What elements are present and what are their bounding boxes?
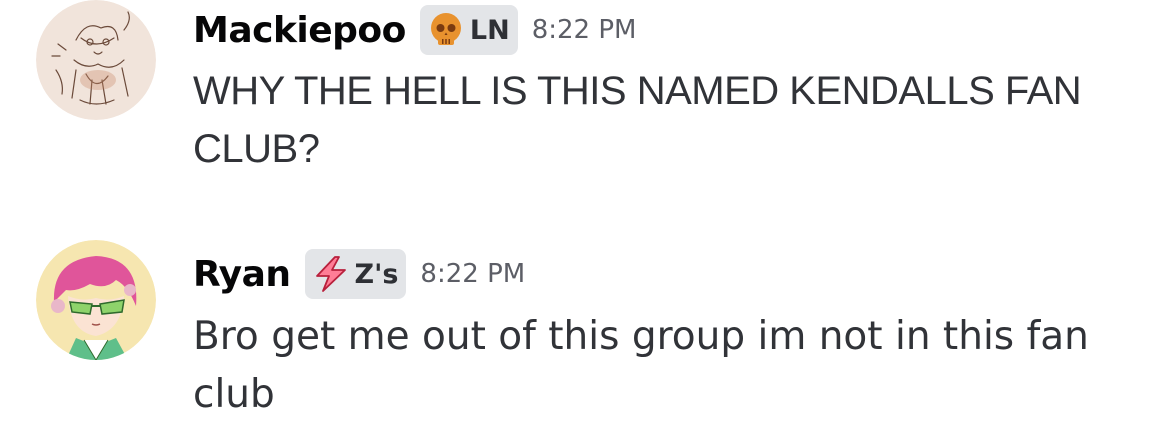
role-tag[interactable]: LN xyxy=(419,5,518,55)
username[interactable]: Mackiepoo xyxy=(193,10,406,51)
role-tag[interactable]: Z's xyxy=(304,249,407,299)
user-avatar-mackiepoo[interactable] xyxy=(36,0,156,120)
role-tag-label: LN xyxy=(469,14,510,46)
message-header: Ryan Z's 8:22 PM xyxy=(193,244,525,304)
role-tag-label: Z's xyxy=(354,258,399,290)
message-header: Mackiepoo LN 8:22 PM xyxy=(193,0,636,60)
message-content: Bro get me out of this group im not in t… xyxy=(193,314,1089,417)
avatar-image xyxy=(36,0,156,120)
user-avatar-ryan[interactable] xyxy=(36,240,156,360)
timestamp: 8:22 PM xyxy=(531,15,637,45)
timestamp: 8:22 PM xyxy=(420,259,526,289)
lightning-icon xyxy=(315,256,346,292)
skull-icon xyxy=(430,13,461,45)
message-content: WHY THE HELL IS THIS NAMED KENDALLS FAN … xyxy=(193,69,1082,171)
username[interactable]: Ryan xyxy=(193,254,291,295)
avatar-image xyxy=(36,240,156,360)
